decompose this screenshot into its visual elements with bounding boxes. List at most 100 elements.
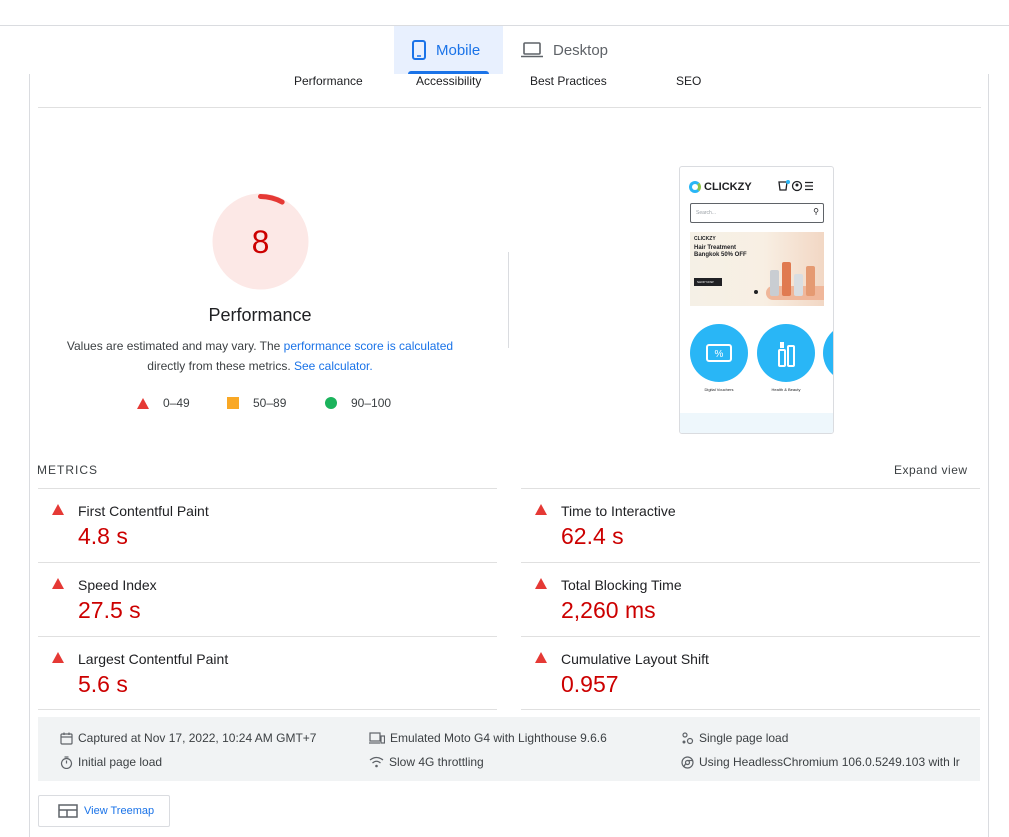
tab-desktop[interactable]: Desktop (519, 26, 629, 74)
tab-performance[interactable]: Performance (294, 74, 363, 88)
info-browser-text: Using HeadlessChromium 106.0.5249.103 wi… (699, 755, 960, 769)
top-divider (0, 25, 1009, 26)
info-initial-load: Initial page load (60, 755, 162, 769)
metric-value: 4.8 s (78, 523, 128, 549)
info-throttling-text: Slow 4G throttling (389, 755, 484, 769)
mobile-icon (412, 40, 426, 60)
metric-largest-contentful-paint: Largest Contentful Paint 5.6 s (38, 637, 458, 710)
metric-value: 27.5 s (78, 597, 141, 623)
treemap-icon (58, 804, 78, 818)
info-emulated-text: Emulated Moto G4 with Lighthouse 9.6.6 (390, 731, 607, 745)
metric-time-to-interactive: Time to Interactive 62.4 s (521, 489, 941, 562)
tab-accessibility[interactable]: Accessibility (416, 74, 481, 88)
info-single-load-text: Single page load (699, 731, 789, 745)
beauty-icon (778, 342, 795, 367)
category-divider (38, 107, 981, 108)
next-category-icon (823, 324, 833, 382)
metric-value: 2,260 ms (561, 597, 656, 623)
vertical-divider (508, 252, 509, 348)
thumb-search-placeholder: Search... (696, 210, 717, 216)
calendar-icon (60, 732, 73, 745)
wifi-icon (369, 756, 384, 768)
product-bottle (794, 274, 803, 296)
legend-pass-range: 90–100 (351, 396, 392, 410)
thumb-search: Search... ⚲ (690, 203, 824, 223)
see-calculator-link[interactable]: See calculator. (294, 359, 373, 373)
score-calculated-link[interactable]: performance score is calculated (284, 339, 453, 353)
info-initial-load-text: Initial page load (78, 755, 163, 769)
metric-value: 0.957 (561, 671, 619, 697)
devices-icon (369, 731, 385, 744)
metric-first-contentful-paint: First Contentful Paint 4.8 s (38, 489, 458, 562)
metric-value: 5.6 s (78, 671, 128, 697)
carousel-dot (754, 290, 758, 294)
runtime-info: Captured at Nov 17, 2022, 10:24 AM GMT+7… (38, 717, 980, 781)
info-captured-text: Captured at Nov 17, 2022, 10:24 AM GMT+7 (78, 731, 317, 745)
tab-mobile-label: Mobile (436, 41, 481, 59)
metric-label: Total Blocking Time (561, 577, 682, 593)
timer-icon (60, 755, 73, 769)
report-frame-left (29, 74, 30, 837)
thumb-category-label: Digital Vouchers (704, 387, 734, 392)
metric-label: Time to Interactive (561, 503, 676, 519)
thumb-header-icons (778, 180, 814, 195)
thumb-brand-label: CLICKZY (704, 181, 752, 193)
metric-total-blocking-time: Total Blocking Time 2,260 ms (521, 563, 941, 636)
legend-average-range: 50–89 (253, 396, 287, 410)
metric-speed-index: Speed Index 27.5 s (38, 563, 458, 636)
banner-brand: CLICKZY (694, 236, 716, 242)
expand-view-toggle[interactable]: Expand view (894, 463, 968, 477)
thumb-footer (680, 413, 833, 433)
product-bottle (782, 262, 791, 296)
metric-label: Largest Contentful Paint (78, 651, 229, 667)
circle-icon (325, 397, 337, 409)
product-bottle (770, 270, 779, 296)
tab-seo[interactable]: SEO (676, 74, 701, 88)
view-treemap-button[interactable]: View Treemap (38, 795, 170, 827)
desc-text-1: Values are estimated and may vary. The (66, 339, 284, 353)
cart-icon (778, 180, 813, 192)
product-bottle (806, 266, 815, 296)
svg-text:%: % (715, 349, 724, 360)
brand-logo-icon (689, 181, 701, 193)
thumb-category-label: Health & Beauty (771, 387, 801, 392)
tab-desktop-label: Desktop (553, 41, 609, 59)
performance-description: Values are estimated and may vary. The p… (50, 336, 470, 376)
info-captured: Captured at Nov 17, 2022, 10:24 AM GMT+7 (60, 731, 316, 745)
legend-pass: 90–100 (325, 396, 391, 410)
square-icon (227, 397, 239, 409)
banner-button: SHOP NOW (694, 278, 722, 286)
laptop-icon (521, 42, 543, 58)
fail-triangle-icon (52, 578, 64, 589)
report-frame-right (988, 74, 989, 837)
tab-best-practices[interactable]: Best Practices (530, 74, 607, 88)
banner-title: Hair Treatment Bangkok 50% OFF (694, 245, 747, 258)
thumb-brand: CLICKZY (689, 181, 752, 193)
single-load-icon (682, 731, 694, 744)
tab-mobile[interactable]: Mobile (394, 26, 503, 74)
info-single-load: Single page load (681, 731, 788, 745)
metric-label: Cumulative Layout Shift (561, 651, 709, 667)
legend-average: 50–89 (227, 396, 286, 410)
thumb-banner: CLICKZY Hair Treatment Bangkok 50% OFF S… (690, 232, 824, 306)
info-emulated: Emulated Moto G4 with Lighthouse 9.6.6 (369, 731, 607, 745)
metrics-header: METRICS (37, 463, 98, 477)
chrome-icon (681, 755, 694, 769)
legend-fail-range: 0–49 (163, 396, 190, 410)
fail-triangle-icon (52, 652, 64, 663)
view-treemap-label: View Treemap (84, 805, 155, 817)
triangle-icon (137, 397, 149, 409)
metric-cumulative-layout-shift: Cumulative Layout Shift 0.957 (521, 637, 941, 710)
metric-label: First Contentful Paint (78, 503, 209, 519)
metric-value: 62.4 s (561, 523, 624, 549)
metric-label: Speed Index (78, 577, 157, 593)
voucher-category-icon: % (690, 324, 748, 382)
fail-triangle-icon (535, 504, 547, 515)
info-browser: Using HeadlessChromium 106.0.5249.103 wi… (681, 755, 960, 769)
voucher-icon: % (706, 344, 732, 362)
fail-triangle-icon (52, 504, 64, 515)
search-icon: ⚲ (813, 207, 819, 216)
legend-fail: 0–49 (137, 396, 190, 410)
final-screenshot[interactable]: CLICKZY Search... ⚲ CLICKZY Hair Treatme… (679, 166, 834, 434)
info-throttling: Slow 4G throttling (369, 755, 484, 769)
